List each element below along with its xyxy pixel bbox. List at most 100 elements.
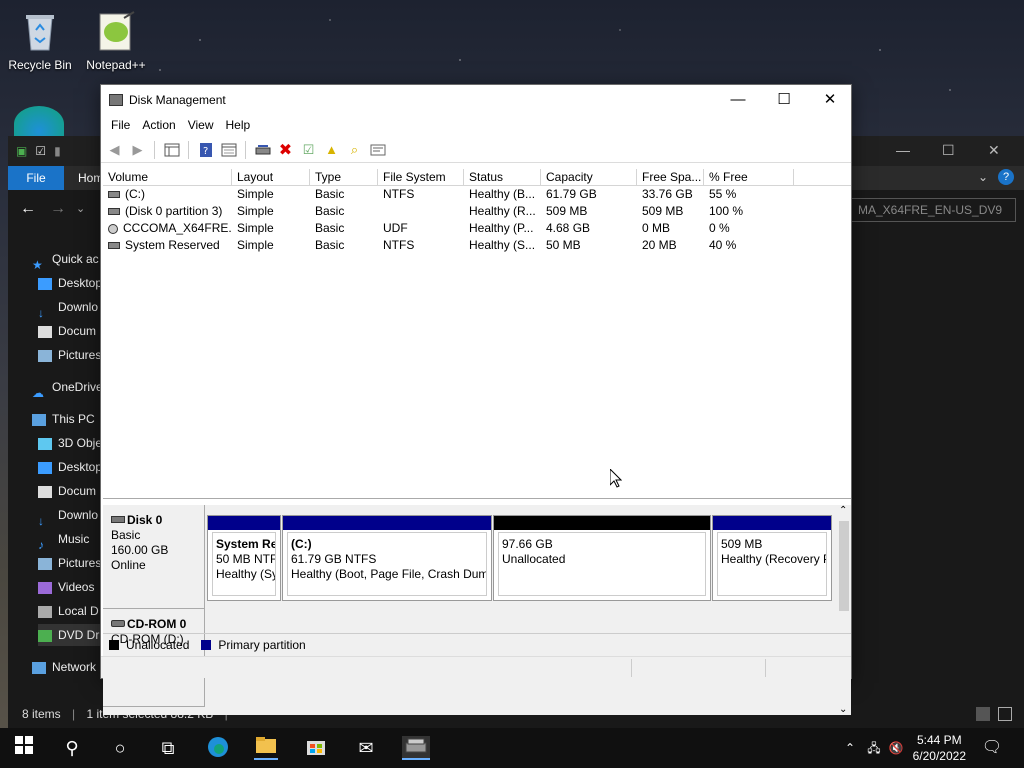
details-view-icon[interactable]	[976, 707, 990, 721]
volume-list: Volume Layout Type File System Status Ca…	[103, 169, 851, 499]
notepadpp-icon	[94, 10, 138, 54]
partition-unallocated[interactable]: 97.66 GB Unallocated	[493, 515, 711, 601]
legend-primary-label: Primary partition	[218, 637, 306, 652]
edge-browser-icon[interactable]	[206, 736, 230, 760]
menu-view[interactable]: View	[182, 115, 220, 137]
column-header-layout[interactable]: Layout	[232, 169, 310, 185]
menu-help[interactable]: Help	[220, 115, 257, 137]
column-header-percent-free[interactable]: % Free	[704, 169, 794, 185]
checkmark-icon[interactable]: ☑	[35, 144, 46, 158]
disk-label-disk0[interactable]: Disk 0 Basic 160.00 GB Online	[103, 505, 205, 609]
back-arrow-icon[interactable]: ←	[20, 200, 36, 218]
search-icon[interactable]: ⚲	[60, 736, 84, 760]
column-header-type[interactable]: Type	[310, 169, 378, 185]
column-header-status[interactable]: Status	[464, 169, 541, 185]
svg-text:?: ?	[203, 146, 208, 157]
settings-panel-icon[interactable]	[368, 140, 387, 159]
start-windows-icon[interactable]	[12, 736, 36, 760]
desktop-folder-icon	[38, 461, 52, 474]
desktop-folder-icon	[38, 277, 52, 290]
table-row[interactable]: CCCOMA_X64FRE... Simple Basic UDF Health…	[103, 220, 851, 237]
minimize-icon[interactable]: —	[896, 142, 910, 158]
drive-icon	[38, 605, 52, 618]
taskbar: ⚲ ○ ⧉ ✉ ⌃ 🖧 🔇 5:44 PM 6/20/2022 🗨	[0, 728, 1024, 768]
legend-unallocated-label: Unallocated	[126, 637, 190, 652]
cortana-icon[interactable]: ○	[108, 736, 132, 760]
delete-icon[interactable]: ✖	[276, 140, 295, 159]
explorer-address-text[interactable]: MA_X64FRE_EN-US_DV9	[851, 198, 1016, 222]
scroll-up-icon[interactable]: ⌃	[839, 505, 847, 516]
minimize-button[interactable]: —	[715, 85, 761, 115]
disk-management-taskbar-icon[interactable]	[402, 736, 430, 760]
table-row[interactable]: (Disk 0 partition 3) Simple Basic Health…	[103, 203, 851, 220]
close-button[interactable]: ✕	[807, 85, 853, 115]
file-explorer-icon[interactable]	[254, 736, 278, 760]
column-header-capacity[interactable]: Capacity	[541, 169, 637, 185]
recent-chevron-icon[interactable]: ⌄	[76, 202, 85, 215]
desktop-icon-recycle-bin[interactable]: Recycle Bin	[2, 10, 78, 72]
table-row[interactable]: System Reserved Simple Basic NTFS Health…	[103, 237, 851, 254]
checklist-icon[interactable]: ☑	[299, 140, 318, 159]
column-header-volume[interactable]: Volume	[103, 169, 232, 185]
disc-icon	[108, 223, 118, 234]
download-icon: ↓	[38, 305, 44, 318]
desktop-icon-notepadpp[interactable]: Notepad++	[78, 10, 154, 72]
chevron-down-icon[interactable]: ⌄	[978, 170, 988, 184]
close-icon[interactable]: ✕	[988, 142, 1000, 159]
star-icon: ★	[32, 257, 43, 270]
window-titlebar: Disk Management — ☐ ✕	[101, 85, 851, 115]
folder-search-icon[interactable]: ⌕	[345, 140, 364, 159]
partition-recovery[interactable]: 509 MB Healthy (Recovery P	[712, 515, 832, 601]
network-status-icon[interactable]: 🖧	[862, 736, 886, 760]
notification-center-icon[interactable]: 🗨	[980, 736, 1004, 760]
document-icon	[38, 325, 52, 338]
legend-swatch-primary	[201, 639, 212, 650]
cloud-icon: ☁	[32, 385, 44, 398]
menu-bar: File Action View Help	[101, 115, 851, 137]
mail-icon[interactable]: ✉	[354, 736, 378, 760]
partition-c-drive[interactable]: (C:) 61.79 GB NTFS Healthy (Boot, Page F…	[282, 515, 492, 601]
ribbon-file-tab[interactable]: File	[8, 166, 64, 190]
pictures-icon	[38, 557, 52, 570]
graphical-disk-view: Disk 0 Basic 160.00 GB Online System Re …	[103, 505, 837, 715]
scrollbar-thumb[interactable]	[839, 521, 849, 611]
store-icon[interactable]	[304, 736, 328, 760]
toolbar: ◀ ▶ ? ✖ ☑ ▲ ⌕	[101, 137, 851, 163]
network-icon	[32, 661, 46, 674]
large-icons-view-icon[interactable]	[998, 707, 1012, 721]
show-hide-console-tree-icon[interactable]	[162, 140, 181, 159]
help-icon[interactable]: ?	[998, 169, 1014, 185]
item-count: 8 items	[22, 707, 61, 721]
column-header-free-space[interactable]: Free Spa...	[637, 169, 704, 185]
music-icon: ♪	[38, 537, 44, 550]
properties-sheet-icon[interactable]	[219, 140, 238, 159]
pictures-icon	[38, 349, 52, 362]
partition-system-reserved[interactable]: System Re 50 MB NTFS Healthy (Sy	[207, 515, 281, 601]
help-book-icon[interactable]: ?	[196, 140, 215, 159]
disk-management-app-icon	[109, 94, 123, 106]
legend-swatch-unallocated	[109, 639, 119, 650]
connect-disk-icon[interactable]	[253, 140, 272, 159]
clock-date: 6/20/2022	[912, 749, 966, 763]
maximize-button[interactable]: ☐	[761, 85, 807, 115]
task-view-icon[interactable]: ⧉	[156, 736, 180, 760]
table-row[interactable]: (C:) Simple Basic NTFS Healthy (B... 61.…	[103, 186, 851, 203]
forward-arrow-icon[interactable]: →	[50, 200, 66, 218]
scroll-down-icon[interactable]: ⌄	[839, 704, 847, 715]
forward-icon[interactable]: ▶	[128, 140, 147, 159]
maximize-icon[interactable]: ☐	[942, 142, 955, 159]
page-icon[interactable]: ▮	[54, 144, 61, 158]
3d-objects-icon	[38, 437, 52, 450]
menu-file[interactable]: File	[105, 115, 136, 137]
back-icon[interactable]: ◀	[105, 140, 124, 159]
desktop-icon-label: Recycle Bin	[8, 58, 72, 72]
volume-icon	[108, 191, 120, 199]
disk-row-disk0: Disk 0 Basic 160.00 GB Online System Re …	[103, 505, 837, 609]
folder-up-icon[interactable]: ▲	[322, 140, 341, 159]
clock[interactable]: 5:44 PM 6/20/2022	[913, 732, 966, 764]
disk-view-scrollbar[interactable]: ⌃ ⌄	[837, 505, 851, 715]
volume-muted-icon[interactable]: 🔇	[884, 736, 908, 760]
menu-action[interactable]: Action	[136, 115, 181, 137]
column-header-file-system[interactable]: File System	[378, 169, 464, 185]
show-hidden-icons-chevron-icon[interactable]: ⌃	[838, 736, 862, 760]
